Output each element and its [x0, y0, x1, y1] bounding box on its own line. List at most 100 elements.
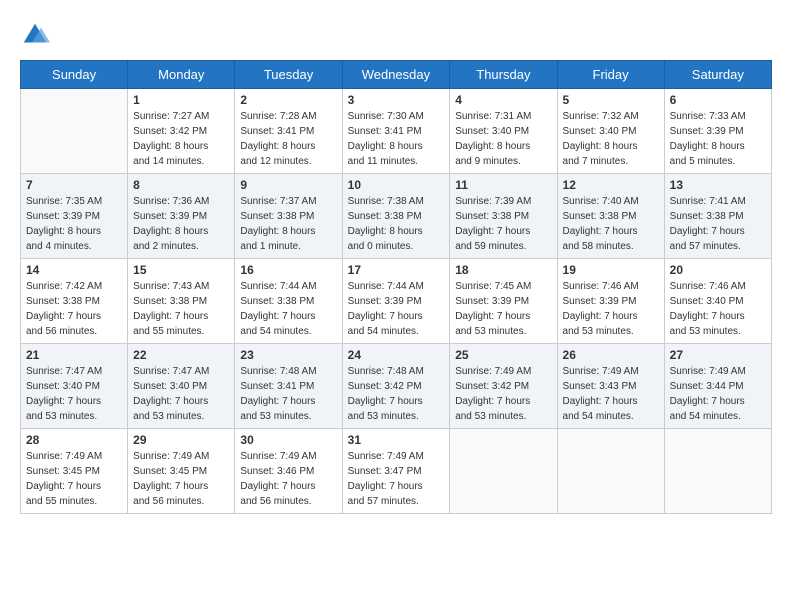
calendar-cell: 23Sunrise: 7:48 AM Sunset: 3:41 PM Dayli… — [235, 344, 342, 429]
calendar-cell: 16Sunrise: 7:44 AM Sunset: 3:38 PM Dayli… — [235, 259, 342, 344]
day-info: Sunrise: 7:47 AM Sunset: 3:40 PM Dayligh… — [26, 364, 122, 424]
calendar-cell: 15Sunrise: 7:43 AM Sunset: 3:38 PM Dayli… — [128, 259, 235, 344]
calendar-week-row: 21 Sunrise: 7:47 AM Sunset: 3:40 PM Dayli… — [21, 344, 772, 429]
day-info: Sunrise: 7:28 AM Sunset: 3:41 PM Dayligh… — [240, 109, 336, 169]
day-number: 20 — [670, 263, 766, 277]
calendar-day-header: Thursday — [450, 61, 557, 89]
day-number: 30 — [240, 433, 336, 447]
day-info: Sunrise: 7:38 AM Sunset: 3:38 PM Dayligh… — [348, 194, 445, 254]
day-number: 21 — [26, 348, 122, 362]
day-info: Sunrise: 7:49 AM Sunset: 3:43 PM Dayligh… — [563, 364, 659, 424]
calendar-cell: 17 Sunrise: 7:44 AM Sunset: 3:39 PM Dayli… — [342, 259, 450, 344]
day-info: Sunrise: 7:40 AM Sunset: 3:38 PM Dayligh… — [563, 194, 659, 254]
day-number: 9 — [240, 178, 336, 192]
day-number: 6 — [670, 93, 766, 107]
calendar-cell: 19 Sunrise: 7:46 AM Sunset: 3:39 PM Dayli… — [557, 259, 664, 344]
day-info: Sunrise: 7:37 AM Sunset: 3:38 PM Dayligh… — [240, 194, 336, 254]
calendar-cell: 13Sunrise: 7:41 AM Sunset: 3:38 PM Dayli… — [664, 174, 771, 259]
day-info: Sunrise: 7:46 AM Sunset: 3:40 PM Dayligh… — [670, 279, 766, 339]
calendar-header: SundayMondayTuesdayWednesdayThursdayFrid… — [21, 61, 772, 89]
day-number: 16 — [240, 263, 336, 277]
calendar-cell — [21, 89, 128, 174]
day-number: 8 — [133, 178, 229, 192]
calendar-cell: 11Sunrise: 7:39 AM Sunset: 3:38 PM Dayli… — [450, 174, 557, 259]
day-info: Sunrise: 7:49 AM Sunset: 3:45 PM Dayligh… — [133, 449, 229, 509]
calendar-cell: 25 Sunrise: 7:49 AM Sunset: 3:42 PM Dayli… — [450, 344, 557, 429]
calendar-cell: 29 Sunrise: 7:49 AM Sunset: 3:45 PM Dayli… — [128, 429, 235, 514]
day-number: 17 — [348, 263, 445, 277]
calendar-cell: 22 Sunrise: 7:47 AM Sunset: 3:40 PM Dayli… — [128, 344, 235, 429]
day-number: 25 — [455, 348, 551, 362]
day-info: Sunrise: 7:48 AM Sunset: 3:42 PM Dayligh… — [348, 364, 445, 424]
calendar-cell: 31 Sunrise: 7:49 AM Sunset: 3:47 PM Dayli… — [342, 429, 450, 514]
day-info: Sunrise: 7:44 AM Sunset: 3:39 PM Dayligh… — [348, 279, 445, 339]
calendar-cell: 1Sunrise: 7:27 AM Sunset: 3:42 PM Daylig… — [128, 89, 235, 174]
day-info: Sunrise: 7:49 AM Sunset: 3:44 PM Dayligh… — [670, 364, 766, 424]
day-number: 4 — [455, 93, 551, 107]
day-number: 18 — [455, 263, 551, 277]
day-info: Sunrise: 7:49 AM Sunset: 3:47 PM Dayligh… — [348, 449, 445, 509]
calendar-cell: 26Sunrise: 7:49 AM Sunset: 3:43 PM Dayli… — [557, 344, 664, 429]
calendar-week-row: 14Sunrise: 7:42 AM Sunset: 3:38 PM Dayli… — [21, 259, 772, 344]
day-info: Sunrise: 7:48 AM Sunset: 3:41 PM Dayligh… — [240, 364, 336, 424]
calendar-day-header: Sunday — [21, 61, 128, 89]
day-info: Sunrise: 7:47 AM Sunset: 3:40 PM Dayligh… — [133, 364, 229, 424]
calendar-cell: 14Sunrise: 7:42 AM Sunset: 3:38 PM Dayli… — [21, 259, 128, 344]
day-info: Sunrise: 7:36 AM Sunset: 3:39 PM Dayligh… — [133, 194, 229, 254]
calendar-body: 1Sunrise: 7:27 AM Sunset: 3:42 PM Daylig… — [21, 89, 772, 514]
day-info: Sunrise: 7:49 AM Sunset: 3:46 PM Dayligh… — [240, 449, 336, 509]
calendar-cell: 10Sunrise: 7:38 AM Sunset: 3:38 PM Dayli… — [342, 174, 450, 259]
calendar-day-header: Tuesday — [235, 61, 342, 89]
day-number: 13 — [670, 178, 766, 192]
calendar-cell: 18Sunrise: 7:45 AM Sunset: 3:39 PM Dayli… — [450, 259, 557, 344]
calendar-cell: 4 Sunrise: 7:31 AM Sunset: 3:40 PM Daylig… — [450, 89, 557, 174]
calendar-week-row: 1Sunrise: 7:27 AM Sunset: 3:42 PM Daylig… — [21, 89, 772, 174]
day-info: Sunrise: 7:30 AM Sunset: 3:41 PM Dayligh… — [348, 109, 445, 169]
day-number: 22 — [133, 348, 229, 362]
day-number: 27 — [670, 348, 766, 362]
calendar-cell — [450, 429, 557, 514]
day-number: 12 — [563, 178, 659, 192]
calendar-cell — [664, 429, 771, 514]
calendar-week-row: 7 Sunrise: 7:35 AM Sunset: 3:39 PM Daylig… — [21, 174, 772, 259]
day-number: 19 — [563, 263, 659, 277]
day-number: 3 — [348, 93, 445, 107]
calendar-cell: 28Sunrise: 7:49 AM Sunset: 3:45 PM Dayli… — [21, 429, 128, 514]
calendar-header-row: SundayMondayTuesdayWednesdayThursdayFrid… — [21, 61, 772, 89]
day-number: 2 — [240, 93, 336, 107]
day-number: 28 — [26, 433, 122, 447]
day-info: Sunrise: 7:31 AM Sunset: 3:40 PM Dayligh… — [455, 109, 551, 169]
calendar-day-header: Friday — [557, 61, 664, 89]
day-number: 7 — [26, 178, 122, 192]
calendar-cell: 20 Sunrise: 7:46 AM Sunset: 3:40 PM Dayli… — [664, 259, 771, 344]
day-info: Sunrise: 7:39 AM Sunset: 3:38 PM Dayligh… — [455, 194, 551, 254]
calendar-cell: 27 Sunrise: 7:49 AM Sunset: 3:44 PM Dayli… — [664, 344, 771, 429]
day-number: 31 — [348, 433, 445, 447]
day-info: Sunrise: 7:46 AM Sunset: 3:39 PM Dayligh… — [563, 279, 659, 339]
day-number: 29 — [133, 433, 229, 447]
calendar-cell: 21 Sunrise: 7:47 AM Sunset: 3:40 PM Dayli… — [21, 344, 128, 429]
calendar-cell: 12 Sunrise: 7:40 AM Sunset: 3:38 PM Dayli… — [557, 174, 664, 259]
calendar-day-header: Wednesday — [342, 61, 450, 89]
day-info: Sunrise: 7:32 AM Sunset: 3:40 PM Dayligh… — [563, 109, 659, 169]
calendar-week-row: 28 Sunrise: 7:49 AM Sunset: 3:45 PM Dayli… — [21, 429, 772, 514]
day-info: Sunrise: 7:42 AM Sunset: 3:38 PM Dayligh… — [26, 279, 122, 339]
logo — [20, 20, 54, 50]
day-number: 5 — [563, 93, 659, 107]
calendar-cell: 3 Sunrise: 7:30 AM Sunset: 3:41 PM Daylig… — [342, 89, 450, 174]
calendar-cell — [557, 429, 664, 514]
calendar-cell: 6 Sunrise: 7:33 AM Sunset: 3:39 PM Daylig… — [664, 89, 771, 174]
day-info: Sunrise: 7:35 AM Sunset: 3:39 PM Dayligh… — [26, 194, 122, 254]
logo-icon — [20, 20, 50, 50]
day-info: Sunrise: 7:33 AM Sunset: 3:39 PM Dayligh… — [670, 109, 766, 169]
calendar-day-header: Saturday — [664, 61, 771, 89]
calendar-cell: 30 Sunrise: 7:49 AM Sunset: 3:46 PM Dayli… — [235, 429, 342, 514]
page-header — [20, 20, 772, 50]
calendar-cell: 24 Sunrise: 7:48 AM Sunset: 3:42 PM Dayli… — [342, 344, 450, 429]
calendar-table: SundayMondayTuesdayWednesdayThursdayFrid… — [20, 60, 772, 514]
day-info: Sunrise: 7:27 AM Sunset: 3:42 PM Dayligh… — [133, 109, 229, 169]
day-number: 24 — [348, 348, 445, 362]
calendar-cell: 7 Sunrise: 7:35 AM Sunset: 3:39 PM Daylig… — [21, 174, 128, 259]
calendar-day-header: Monday — [128, 61, 235, 89]
day-info: Sunrise: 7:49 AM Sunset: 3:42 PM Dayligh… — [455, 364, 551, 424]
